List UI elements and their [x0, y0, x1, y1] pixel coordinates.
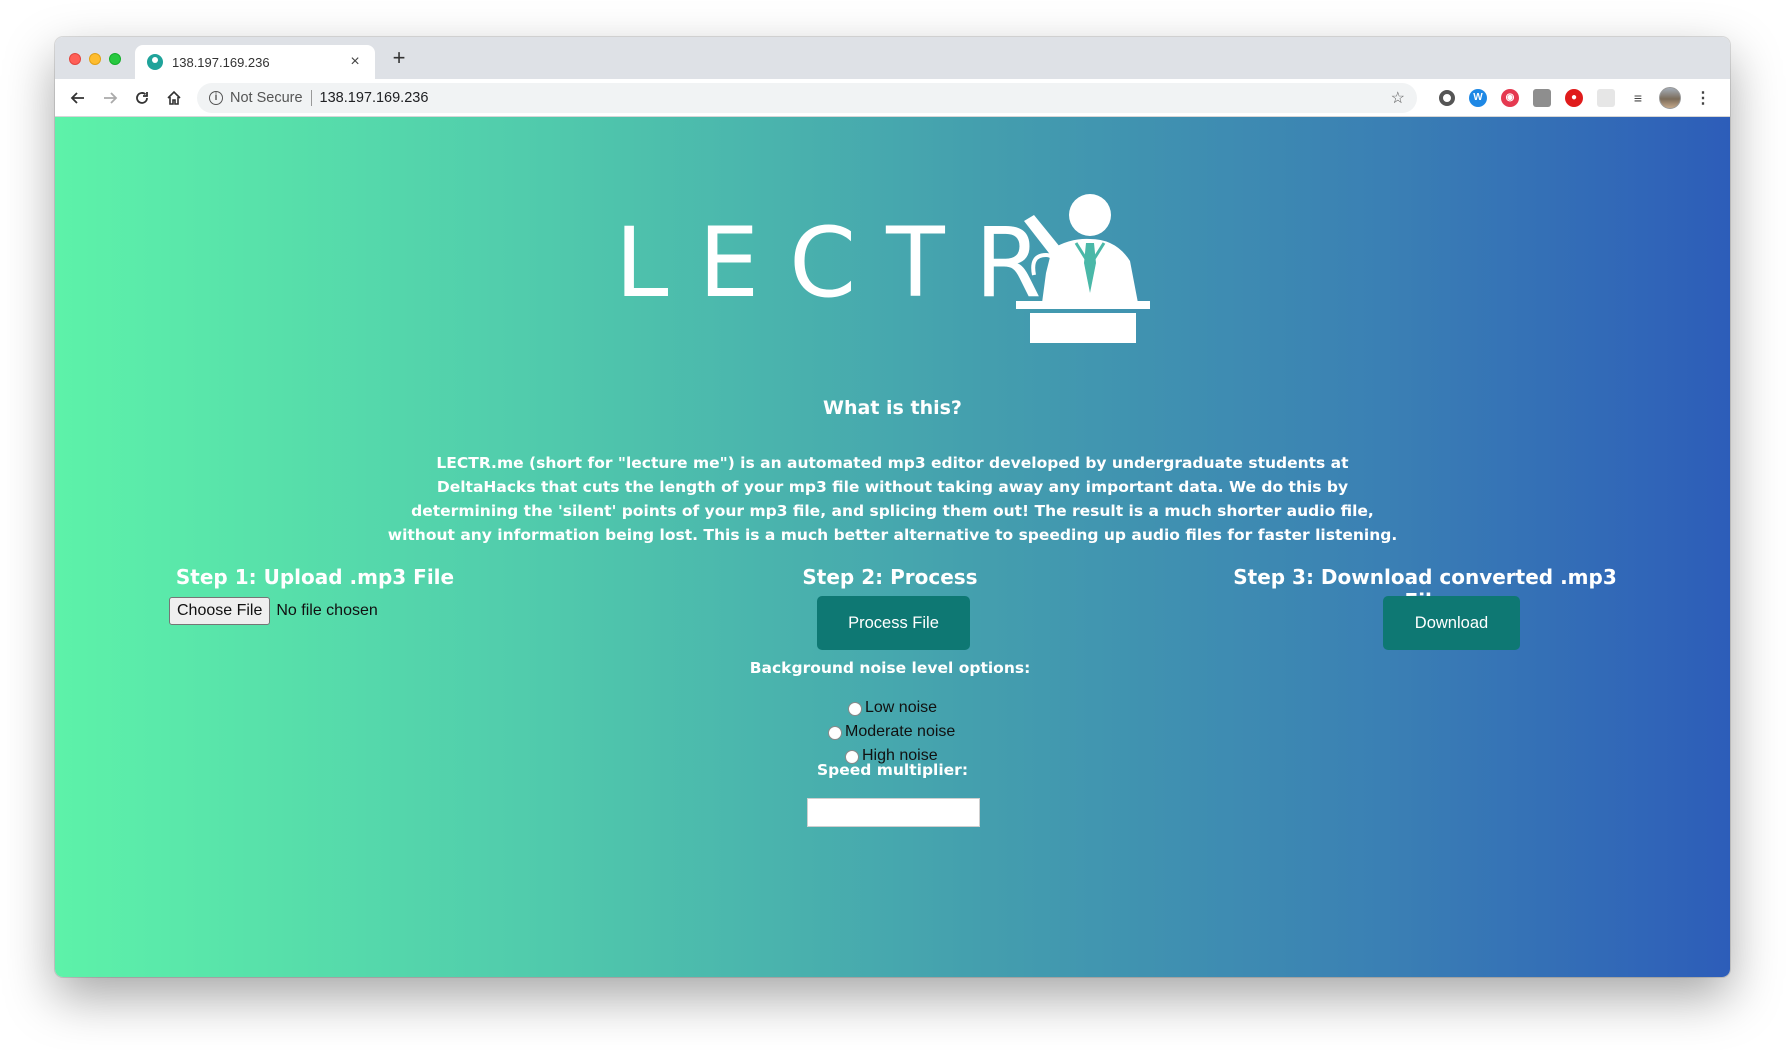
logo-text: LECTR — [615, 207, 1072, 319]
tab-strip: 138.197.169.236 × + — [55, 37, 1730, 79]
new-tab-button[interactable]: + — [387, 47, 411, 71]
extension-circle-icon[interactable] — [1439, 89, 1455, 106]
security-label: Not Secure — [230, 89, 303, 106]
browser-window: 138.197.169.236 × + i Not Secure 138.197… — [55, 37, 1730, 977]
url-text[interactable]: 138.197.169.236 — [320, 90, 429, 106]
file-status-text: No file chosen — [276, 602, 378, 619]
choose-file-button[interactable]: Choose File — [169, 597, 271, 625]
noise-option-low-label: Low noise — [865, 699, 938, 716]
profile-avatar[interactable] — [1659, 86, 1681, 109]
page-content: LECTR What is this? LECTR.me (short for … — [55, 117, 1730, 977]
back-arrow-icon[interactable] — [63, 83, 93, 113]
forward-arrow-icon[interactable] — [95, 83, 125, 113]
extension-w-icon[interactable]: W — [1469, 88, 1487, 107]
home-icon[interactable] — [159, 83, 189, 113]
star-icon[interactable]: ☆ — [1391, 88, 1405, 108]
about-heading: What is this? — [823, 397, 962, 419]
noise-option-low[interactable]: Low noise — [848, 699, 937, 717]
speed-multiplier-label: Speed multiplier: — [816, 761, 969, 779]
lectr-logo: LECTR — [615, 193, 1215, 353]
menu-dots-icon[interactable]: ⋮ — [1695, 88, 1711, 108]
noise-options-label-text: Background noise level options: — [749, 659, 1031, 677]
close-window-button[interactable] — [69, 53, 81, 65]
browser-tab[interactable]: 138.197.169.236 × — [135, 45, 375, 79]
process-file-button[interactable]: Process File — [817, 596, 970, 650]
noise-option-moderate[interactable]: Moderate noise — [828, 723, 955, 741]
maximize-window-button[interactable] — [109, 53, 121, 65]
extension-opera-icon[interactable]: ● — [1565, 88, 1583, 107]
minimize-window-button[interactable] — [89, 53, 101, 65]
info-icon[interactable]: i — [209, 90, 223, 105]
extension-blank-icon[interactable] — [1597, 88, 1615, 107]
site-favicon-icon — [147, 54, 163, 70]
noise-option-moderate-label: Moderate noise — [845, 723, 956, 740]
radio-moderate[interactable] — [828, 726, 842, 740]
step2-title: Step 2: Process — [802, 565, 978, 589]
about-description: LECTR.me (short for "lecture me") is an … — [387, 454, 1398, 544]
step1-title: Step 1: Upload .mp3 File — [175, 565, 455, 589]
file-upload-field[interactable]: Choose File No file chosen — [169, 597, 378, 625]
extension-grid-icon[interactable] — [1533, 88, 1551, 107]
radio-low[interactable] — [848, 702, 862, 716]
noise-options-label: Background noise level options: — [55, 659, 1730, 677]
url-separator — [310, 89, 312, 106]
tab-close-icon[interactable]: × — [347, 53, 363, 71]
reload-icon[interactable] — [127, 83, 157, 113]
playlist-icon[interactable]: ≡ — [1629, 89, 1647, 107]
lecturer-podium-icon — [1016, 194, 1150, 343]
address-bar[interactable]: i Not Secure 138.197.169.236 ☆ — [197, 82, 1417, 113]
tab-title: 138.197.169.236 — [172, 54, 270, 70]
extension-pocket-icon[interactable]: ◉ — [1501, 88, 1519, 107]
browser-toolbar: i Not Secure 138.197.169.236 ☆ W ◉ ● ≡ ⋮ — [55, 79, 1730, 117]
speed-multiplier-input[interactable] — [807, 798, 980, 827]
download-button[interactable]: Download — [1383, 596, 1520, 650]
